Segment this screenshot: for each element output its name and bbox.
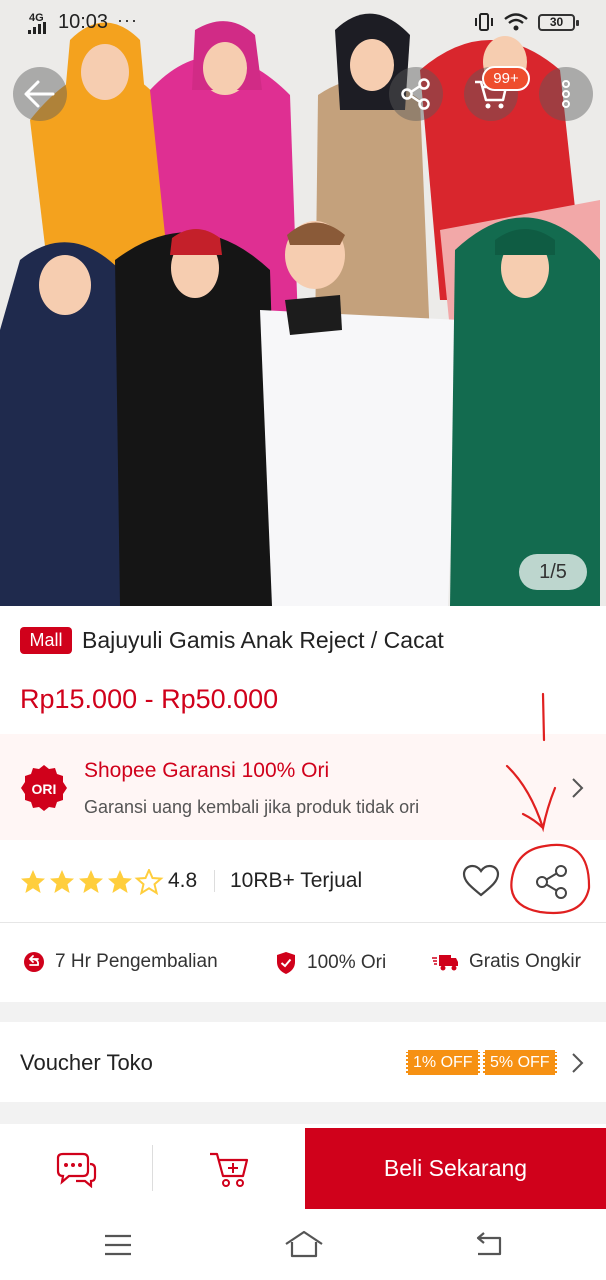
cart-count-badge: 99+: [482, 66, 530, 91]
clock: 10:03: [58, 11, 109, 33]
image-counter: 1/5: [519, 554, 587, 590]
heart-icon: [462, 864, 500, 897]
annotation-overlay: [505, 692, 591, 914]
more-vertical-icon: [562, 80, 570, 108]
guarantee-subtitle: Garansi uang kembali jika produk tidak o…: [84, 797, 420, 817]
wifi-icon: [504, 13, 528, 31]
guarantee-title: Shopee Garansi 100% Ori: [84, 759, 330, 782]
arrow-left-icon: [24, 80, 55, 108]
feature-return-label: 7 Hr Pengembalian: [55, 951, 218, 972]
sold-count: 10RB+ Terjual: [230, 869, 363, 892]
rating-separator: [214, 870, 215, 892]
signal-icon: [28, 22, 46, 34]
rating-value: 4.8: [168, 869, 198, 892]
menu-icon[interactable]: [104, 1234, 132, 1256]
chat-icon: [56, 1152, 97, 1188]
status-bar: 4G 10:03 ··· 30: [0, 0, 606, 48]
rating-divider: [0, 922, 606, 923]
voucher-label: Voucher Toko: [20, 1050, 153, 1075]
product-price: Rp15.000 - Rp50.000: [20, 684, 279, 714]
share-icon: [401, 78, 430, 110]
voucher-tag: 1% OFF: [406, 1050, 480, 1075]
star-rating: [20, 869, 164, 895]
add-cart-icon: [210, 1152, 249, 1187]
section-gap: [0, 1002, 606, 1022]
feature-ori-label: 100% Ori: [307, 952, 387, 973]
more-notifications-icon: ···: [117, 10, 138, 30]
feature-free-shipping[interactable]: Gratis Ongkir: [431, 951, 581, 973]
mall-badge: Mall: [20, 627, 72, 654]
ori-badge-icon: ORI: [21, 765, 67, 811]
back-nav-icon[interactable]: [472, 1232, 504, 1258]
more-options-button[interactable]: [539, 67, 593, 121]
home-icon[interactable]: [284, 1230, 324, 1258]
ori-logo-text: ORI: [32, 781, 57, 797]
battery-indicator: 30: [538, 14, 579, 31]
voucher-tag: 5% OFF: [483, 1050, 557, 1075]
vibrate-icon: [475, 13, 493, 31]
shield-check-icon: [277, 952, 295, 974]
product-title: Bajuyuli Gamis Anak Reject / Cacat: [82, 627, 444, 653]
truck-icon: [432, 955, 458, 971]
add-to-cart-button[interactable]: [153, 1128, 305, 1209]
section-gap: [0, 1102, 606, 1124]
buy-now-button[interactable]: Beli Sekarang: [305, 1128, 606, 1209]
share-button-top[interactable]: [389, 67, 443, 121]
feature-return[interactable]: 7 Hr Pengembalian: [23, 951, 218, 973]
back-button[interactable]: [13, 67, 67, 121]
return-icon: [24, 952, 44, 972]
stars-icon: [21, 869, 162, 894]
chevron-right-icon: [572, 1053, 584, 1073]
feature-ori[interactable]: 100% Ori: [275, 951, 386, 975]
system-navigation-bar: [0, 1214, 606, 1280]
chat-button[interactable]: [0, 1128, 152, 1209]
feature-free-shipping-label: Gratis Ongkir: [469, 951, 581, 972]
